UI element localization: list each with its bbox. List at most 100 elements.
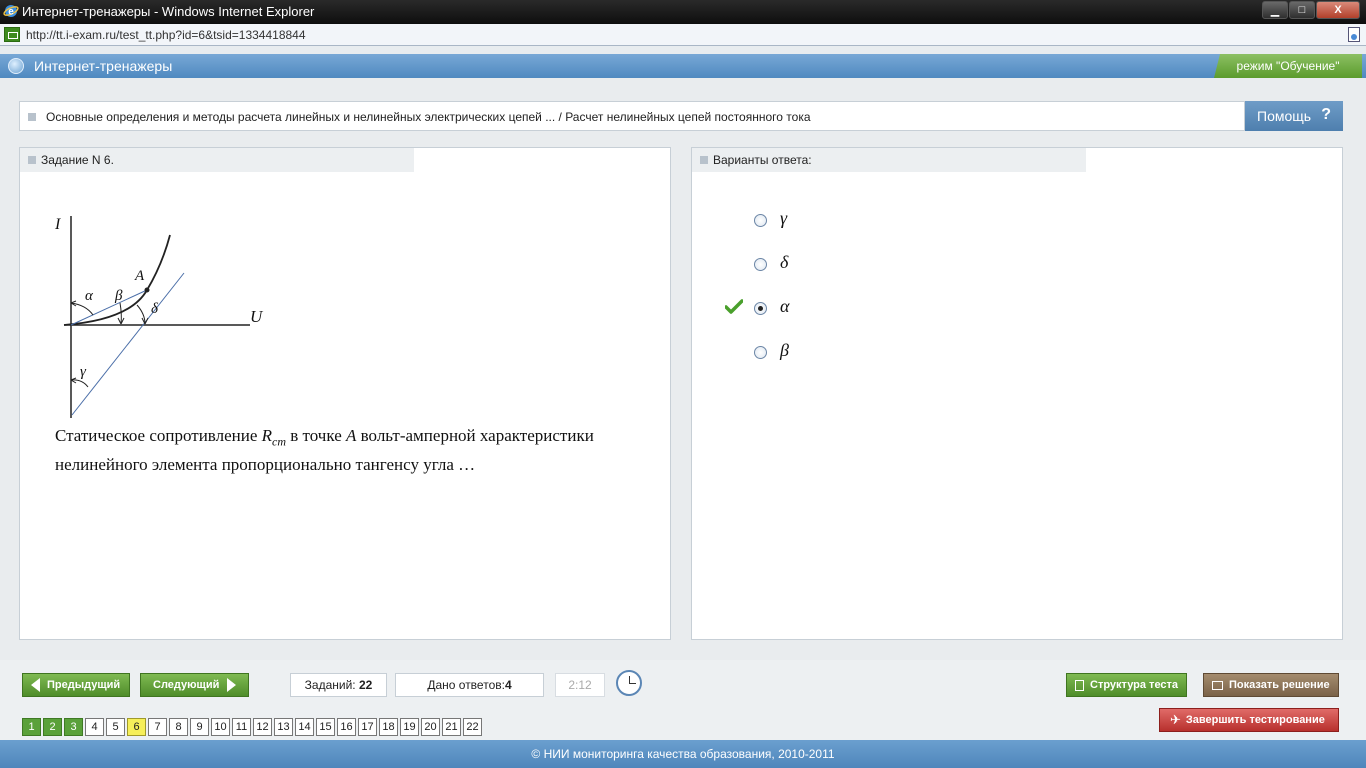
test-structure-label: Структура теста <box>1090 679 1179 691</box>
test-structure-button[interactable]: Структура теста <box>1066 673 1187 697</box>
page-number-7[interactable]: 7 <box>148 718 167 736</box>
point-a-label: A <box>134 268 145 284</box>
window-title: Интернет-тренажеры - Windows Internet Ex… <box>22 4 315 19</box>
question-pager: 1 2 3 4 5 6 7 8 9 10 11 12 13 14 15 16 17 18 19 20 21 22 <box>22 718 484 736</box>
page-number-17[interactable]: 17 <box>358 718 377 736</box>
arrow-right-icon <box>227 678 237 692</box>
page-number-1[interactable]: 1 <box>22 718 41 736</box>
breadcrumb: Основные определения и методы расчета ли… <box>19 101 1245 131</box>
finish-test-button[interactable]: ✈ Завершить тестирование <box>1159 708 1339 732</box>
answers-given-label: Дано ответов: <box>427 678 505 692</box>
next-label: Следующий <box>153 679 220 691</box>
page-number-2[interactable]: 2 <box>43 718 62 736</box>
page-number-3[interactable]: 3 <box>64 718 83 736</box>
bullet-square-icon <box>700 156 708 164</box>
page-number-20[interactable]: 20 <box>421 718 440 736</box>
page-number-10[interactable]: 10 <box>211 718 230 736</box>
bullet-square-icon <box>28 156 36 164</box>
answers-title: Варианты ответа: <box>713 153 812 167</box>
page-number-6[interactable]: 6 <box>127 718 146 736</box>
answer-radio[interactable] <box>754 214 767 227</box>
answer-label: β <box>780 340 789 360</box>
answer-option-delta[interactable]: δ <box>722 244 922 288</box>
axis-u-label: U <box>250 307 264 326</box>
page-number-11[interactable]: 11 <box>232 718 251 736</box>
page-number-16[interactable]: 16 <box>337 718 356 736</box>
help-button[interactable]: Помощь ? <box>1245 101 1343 131</box>
previous-button[interactable]: Предыдущий <box>22 673 130 697</box>
page-number-4[interactable]: 4 <box>85 718 104 736</box>
answer-label: δ <box>780 252 789 272</box>
checkmark-icon <box>725 299 743 314</box>
answers-panel: Варианты ответа: γ δ α β <box>691 147 1343 640</box>
finish-test-label: Завершить тестирование <box>1185 714 1325 726</box>
breadcrumb-text: Основные определения и методы расчета ли… <box>46 110 811 124</box>
page-number-9[interactable]: 9 <box>190 718 209 736</box>
previous-label: Предыдущий <box>47 679 121 691</box>
answer-label: γ <box>780 208 788 228</box>
angle-delta-label: δ <box>151 301 159 317</box>
answer-radio-selected[interactable] <box>754 302 767 315</box>
page-number-5[interactable]: 5 <box>106 718 125 736</box>
answer-option-beta[interactable]: β <box>722 332 922 376</box>
bullet-square-icon <box>28 113 36 121</box>
answer-options: γ δ α β <box>722 200 922 376</box>
mode-badge: режим "Обучение" <box>1214 54 1362 78</box>
page-number-13[interactable]: 13 <box>274 718 293 736</box>
answers-count-box: Дано ответов: 4 <box>395 673 544 697</box>
question-part2: в точке <box>286 426 346 445</box>
angle-beta-label: β <box>114 288 123 304</box>
answers-header: Варианты ответа: <box>692 148 1086 172</box>
tasks-count-box: Заданий: 22 <box>290 673 387 697</box>
close-button[interactable]: X <box>1316 1 1360 19</box>
next-button[interactable]: Следующий <box>140 673 249 697</box>
page-number-19[interactable]: 19 <box>400 718 419 736</box>
app-title: Интернет-тренажеры <box>34 58 173 74</box>
app-logo-icon <box>8 58 24 74</box>
angle-gamma-label: γ <box>80 364 87 380</box>
angle-alpha-label: α <box>85 288 94 304</box>
address-bar[interactable]: http://tt.i-exam.ru/test_tt.php?id=6&tsi… <box>0 24 1366 46</box>
answer-label: α <box>780 296 790 316</box>
answer-radio[interactable] <box>754 258 767 271</box>
answer-radio[interactable] <box>754 346 767 359</box>
task-title: Задание N 6. <box>41 153 114 167</box>
page-number-15[interactable]: 15 <box>316 718 335 736</box>
site-favicon-icon <box>4 27 20 42</box>
answer-option-alpha[interactable]: α <box>722 288 922 332</box>
show-solution-label: Показать решение <box>1229 679 1330 691</box>
page-number-14[interactable]: 14 <box>295 718 314 736</box>
window-titlebar: e Интернет-тренажеры - Windows Internet … <box>0 0 1366 24</box>
main-content: Основные определения и методы расчета ли… <box>0 78 1366 660</box>
svg-text:e: e <box>8 7 14 18</box>
page-number-21[interactable]: 21 <box>442 718 461 736</box>
question-math-r: R <box>261 426 273 445</box>
address-url[interactable]: http://tt.i-exam.ru/test_tt.php?id=6&tsi… <box>26 28 306 42</box>
page-icon[interactable] <box>1348 27 1360 42</box>
page-number-12[interactable]: 12 <box>253 718 272 736</box>
document-icon <box>1075 679 1084 691</box>
question-point: A <box>346 426 357 445</box>
minimize-button[interactable]: ▁ <box>1262 1 1288 19</box>
arrow-left-icon <box>31 678 40 692</box>
question-text: Статическое сопротивление Rст в точке A … <box>55 424 655 477</box>
answers-given-count: 4 <box>504 678 512 692</box>
footer-copyright: © НИИ мониторинга качества образования, … <box>0 740 1366 768</box>
timer: 2:12 <box>555 673 605 697</box>
show-solution-button[interactable]: Показать решение <box>1203 673 1339 697</box>
clock-icon <box>616 670 642 696</box>
app-header: Интернет-тренажеры режим "Обучение" <box>0 54 1366 78</box>
runner-icon: ✈ <box>1170 712 1181 727</box>
answer-option-gamma[interactable]: γ <box>722 200 922 244</box>
question-math-sub: ст <box>272 434 287 449</box>
question-mark-icon: ? <box>1321 106 1331 123</box>
page-number-18[interactable]: 18 <box>379 718 398 736</box>
window-controls: ▁ □ X <box>1261 1 1360 19</box>
page-number-22[interactable]: 22 <box>463 718 482 736</box>
tasks-count: 22 <box>358 678 373 692</box>
book-icon <box>1212 680 1223 690</box>
maximize-button[interactable]: □ <box>1289 1 1315 19</box>
task-header: Задание N 6. <box>20 148 414 172</box>
bottom-toolbar: Предыдущий Следующий Заданий: 22 Дано от… <box>0 660 1366 740</box>
page-number-8[interactable]: 8 <box>169 718 188 736</box>
